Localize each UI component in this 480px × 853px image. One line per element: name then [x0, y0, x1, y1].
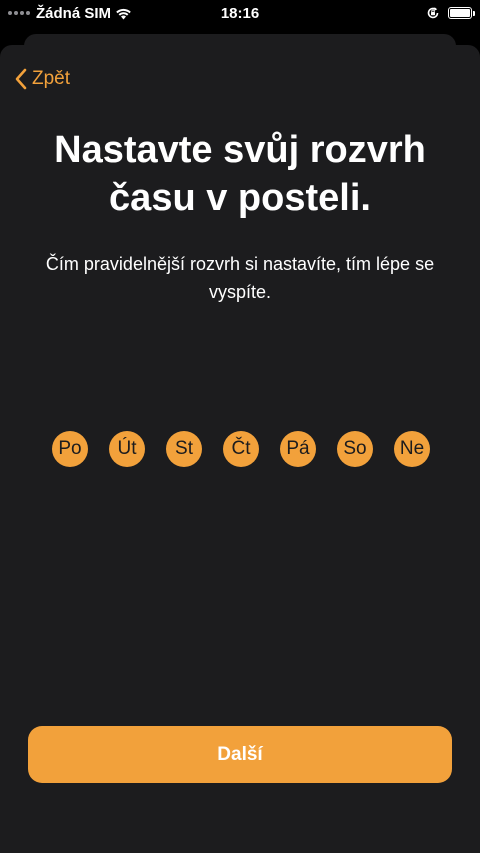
wifi-icon: [116, 8, 131, 19]
day-toggle-monday[interactable]: Po: [52, 431, 88, 467]
day-toggle-sunday[interactable]: Ne: [394, 431, 430, 467]
orientation-lock-icon: [427, 7, 439, 19]
day-toggle-wednesday[interactable]: St: [166, 431, 202, 467]
back-button-label: Zpět: [32, 68, 71, 89]
next-button[interactable]: Další: [28, 726, 452, 783]
weekday-selector: Po Út St Čt Pá So Ne: [52, 431, 430, 467]
battery-icon: [448, 7, 475, 19]
day-toggle-friday[interactable]: Pá: [280, 431, 316, 467]
status-bar: Žádná SIM 18:16: [0, 0, 480, 26]
chevron-left-icon: [15, 68, 27, 90]
day-toggle-tuesday[interactable]: Út: [109, 431, 145, 467]
carrier-label: Žádná SIM: [36, 4, 112, 22]
status-right: [426, 6, 480, 20]
status-time: 18:16: [220, 4, 260, 22]
back-button[interactable]: Zpět: [14, 66, 70, 92]
day-toggle-thursday[interactable]: Čt: [223, 431, 259, 467]
status-left: Žádná SIM: [0, 5, 132, 22]
day-toggle-saturday[interactable]: So: [337, 431, 373, 467]
cellular-signal-icon: [8, 11, 30, 15]
page-title: Nastavte svůj rozvrh času v posteli.: [54, 129, 426, 219]
page-subtitle: Čím pravidelnější rozvrh si nastavíte, t…: [45, 254, 435, 302]
